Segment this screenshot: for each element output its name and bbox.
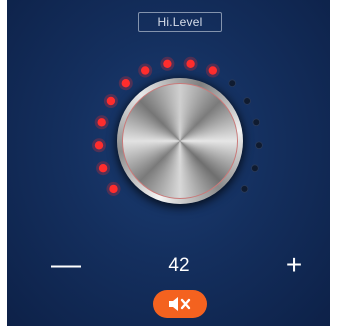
indicator-dot-active	[163, 59, 172, 68]
indicator-dot-active	[186, 59, 195, 68]
indicator-dot-active	[94, 141, 104, 150]
indicator-dot-active	[121, 79, 130, 88]
mute-button[interactable]	[153, 290, 207, 318]
speaker-mute-icon	[169, 297, 191, 311]
volume-value: 42	[168, 255, 190, 276]
volume-controls: — 42 +	[7, 248, 330, 284]
indicator-dot-active	[208, 66, 217, 75]
indicator-dot-inactive	[251, 164, 259, 173]
volume-knob[interactable]	[117, 78, 243, 204]
indicator-dot-active	[109, 184, 118, 194]
volume-control-panel: Hi.Level — 42 +	[7, 0, 330, 326]
indicator-dot-active	[98, 164, 108, 173]
knob-face[interactable]	[122, 83, 238, 199]
indicator-dot-active	[141, 66, 150, 75]
indicator-dot-inactive	[255, 141, 263, 150]
indicator-dot-active	[97, 118, 106, 127]
indicator-dot-active	[106, 96, 116, 106]
increase-button[interactable]: +	[278, 251, 310, 280]
indicator-dot-inactive	[228, 79, 237, 87]
indicator-dot-inactive	[252, 118, 261, 127]
indicator-dot-inactive	[243, 97, 251, 105]
decrease-button[interactable]: —	[50, 250, 82, 280]
indicator-dot-inactive	[240, 185, 249, 193]
